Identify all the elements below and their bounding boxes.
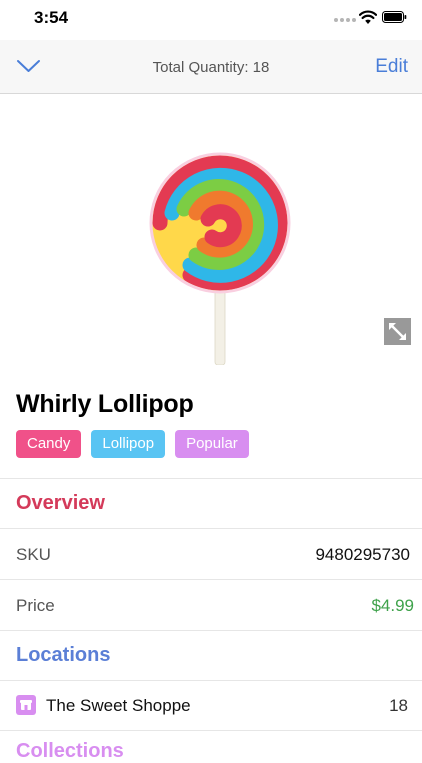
location-name[interactable]: The Sweet Shoppe [46,696,191,716]
wifi-icon [359,10,377,24]
divider [0,730,422,731]
product-title: Whirly Lollipop [16,390,194,418]
nav-title: Total Quantity: 18 [152,59,270,76]
location-quantity: 18 [389,696,408,715]
tag-candy[interactable]: Candy [16,430,82,458]
price-value: $4.99 [371,596,414,615]
tag-lollipop[interactable]: Lollipop [91,430,166,458]
status-bar: 3:54 [0,0,422,40]
expand-icon[interactable] [384,318,411,345]
locations-header: Locations [16,644,111,666]
tag-popular[interactable]: Popular [175,430,249,458]
edit-button[interactable]: Edit [375,56,408,78]
chevron-down-icon[interactable] [16,57,41,75]
divider [0,680,422,681]
divider [0,579,422,580]
collections-header: Collections [16,740,124,762]
status-time: 3:54 [34,8,69,27]
battery-icon [382,11,407,23]
product-image [149,152,291,365]
overview-header: Overview [16,492,105,514]
sku-value: 9480295730 [315,545,410,564]
navigation-bar: Total Quantity: 18 Edit [0,40,422,94]
tag-list: Candy Lollipop Popular [16,430,249,458]
signal-icon [334,18,356,22]
divider [0,528,422,529]
divider [0,478,422,479]
divider [0,630,422,631]
price-label: Price [16,596,55,615]
sku-label: SKU [16,545,51,564]
store-icon [16,695,36,715]
